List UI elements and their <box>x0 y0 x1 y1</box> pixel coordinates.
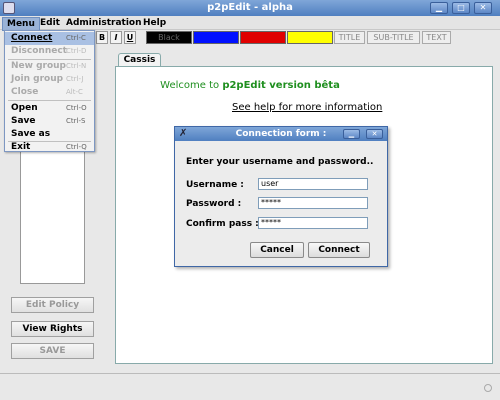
menu-item-save[interactable]: Save Ctrl-S <box>5 115 94 128</box>
menu-edit[interactable]: Edit <box>36 17 64 29</box>
menu-item-exit[interactable]: Exit Ctrl-Q <box>5 142 94 152</box>
color-red-button[interactable] <box>240 31 286 44</box>
menu-item-connect[interactable]: Connect Ctrl-C <box>5 32 94 45</box>
menu-divider <box>8 100 91 101</box>
subtitle-style-button[interactable]: SUB-TITLE <box>367 31 420 44</box>
status-bar <box>0 373 500 400</box>
user-list[interactable] <box>20 150 85 284</box>
menu-menu[interactable]: Menu <box>2 17 40 31</box>
menu-item-shortcut: Ctrl-J <box>66 75 84 83</box>
connect-button[interactable]: Connect <box>308 242 370 258</box>
text-style-button[interactable]: TEXT <box>422 31 451 44</box>
color-yellow-button[interactable] <box>287 31 333 44</box>
dialog-titlebar[interactable]: ✗ Connection form : ▁ ✕ <box>175 127 387 141</box>
confirm-password-label: Confirm pass : <box>186 219 259 229</box>
bold-button[interactable]: B <box>96 31 108 44</box>
menu-item-shortcut: Ctrl-S <box>66 117 86 125</box>
color-blue-button[interactable] <box>193 31 239 44</box>
save-button[interactable]: SAVE <box>11 343 94 359</box>
menu-administration[interactable]: Administration <box>62 17 146 29</box>
italic-button[interactable]: I <box>110 31 122 44</box>
view-rights-button[interactable]: View Rights <box>11 321 94 337</box>
file-menu-dropdown: Connect Ctrl-C Disconnect Ctrl-D New gro… <box>4 30 95 152</box>
username-label: Username : <box>186 180 244 190</box>
menu-item-label: Exit <box>11 142 31 152</box>
password-label: Password : <box>186 199 242 209</box>
menu-item-label: Disconnect <box>11 46 67 56</box>
edit-policy-button[interactable]: Edit Policy <box>11 297 94 313</box>
menu-item-shortcut: Ctrl-N <box>66 62 87 70</box>
maximize-icon[interactable]: □ <box>452 2 470 14</box>
resize-grip-icon[interactable] <box>484 384 492 392</box>
username-field[interactable]: user <box>258 178 368 190</box>
underline-button[interactable]: U <box>124 31 136 44</box>
menu-item-shortcut: Ctrl-Q <box>66 143 87 151</box>
menu-item-label: Join group <box>11 74 64 84</box>
welcome-prefix: Welcome to <box>160 80 220 91</box>
menu-item-open[interactable]: Open Ctrl-O <box>5 102 94 115</box>
menu-item-join-group[interactable]: Join group Ctrl-J <box>5 73 94 86</box>
dialog-prompt: Enter your username and password.. <box>186 157 374 167</box>
color-black-label: Black <box>158 33 180 42</box>
menu-item-shortcut: Ctrl-C <box>66 34 86 42</box>
welcome-app-name: p2pEdit version bêta <box>222 80 340 91</box>
connection-dialog: ✗ Connection form : ▁ ✕ Enter your usern… <box>174 126 388 267</box>
menu-help[interactable]: Help <box>139 17 170 29</box>
menu-item-shortcut: Alt-C <box>66 88 83 96</box>
window-title: p2pEdit - alpha <box>207 2 293 13</box>
help-link[interactable]: See help for more information <box>232 102 382 113</box>
dialog-close-icon[interactable]: ✕ <box>366 129 383 139</box>
menu-item-shortcut: Ctrl-O <box>66 104 87 112</box>
menu-item-new-group[interactable]: New group Ctrl-N <box>5 60 94 73</box>
menu-item-label: Close <box>11 87 39 97</box>
menu-item-disconnect[interactable]: Disconnect Ctrl-D <box>5 45 94 58</box>
tab-cassis[interactable]: Cassis <box>118 53 161 66</box>
menubar: Menu Edit Administration Help <box>0 16 500 31</box>
minimize-icon[interactable]: ▁ <box>430 2 448 14</box>
confirm-password-field[interactable]: ***** <box>258 217 368 229</box>
color-black-button[interactable]: Black <box>146 31 192 44</box>
menu-item-label: Connect <box>11 33 53 43</box>
menu-item-shortcut: Ctrl-D <box>66 47 87 55</box>
menu-item-save-as[interactable]: Save as <box>5 128 94 141</box>
menu-item-close[interactable]: Close Alt-C <box>5 86 94 99</box>
menu-item-label: New group <box>11 61 66 71</box>
close-icon[interactable]: ✕ <box>474 2 492 14</box>
title-style-button[interactable]: TITLE <box>334 31 365 44</box>
menu-item-label: Save as <box>11 129 51 139</box>
dialog-minimize-icon[interactable]: ▁ <box>343 129 360 139</box>
cancel-button[interactable]: Cancel <box>250 242 304 258</box>
menu-item-label: Save <box>11 116 36 126</box>
menu-item-label: Open <box>11 103 38 113</box>
password-field[interactable]: ***** <box>258 197 368 209</box>
window-titlebar[interactable]: p2pEdit - alpha ▁ □ ✕ <box>0 0 500 16</box>
